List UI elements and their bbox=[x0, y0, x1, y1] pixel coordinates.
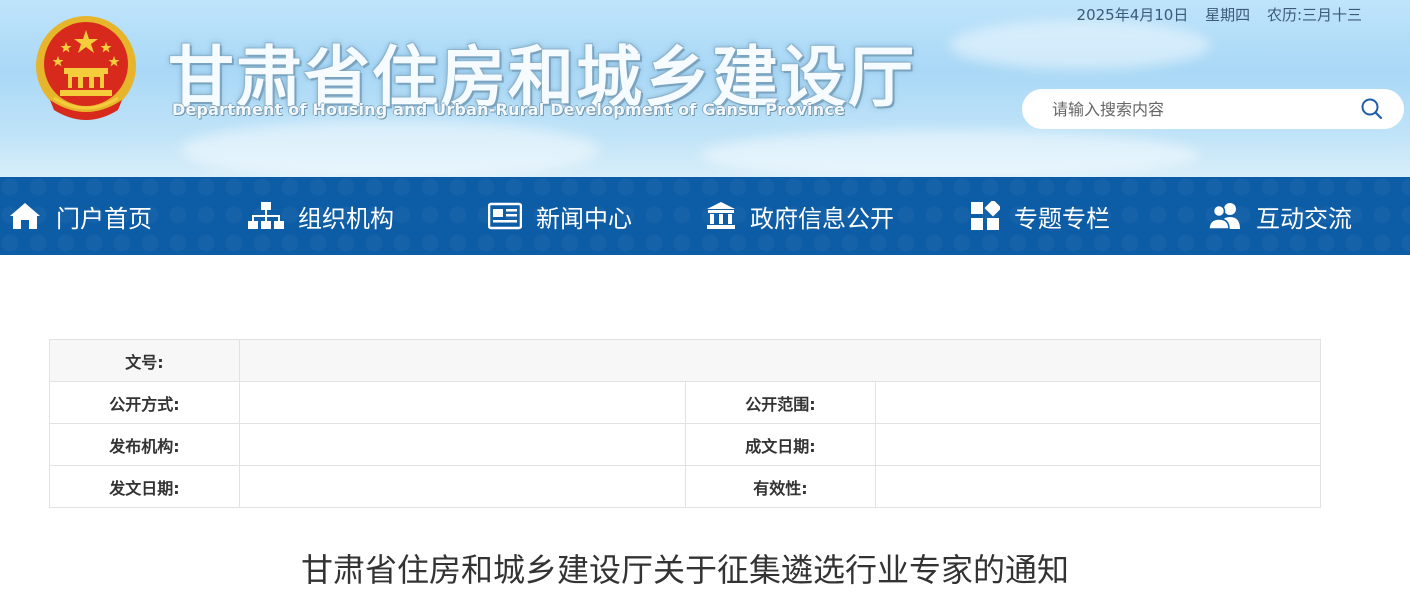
cloud-decoration bbox=[700, 130, 1200, 177]
nav-item-interaction[interactable]: 互动交流 bbox=[1208, 177, 1352, 255]
nav-item-home[interactable]: 门户首页 bbox=[8, 177, 152, 255]
doc-number-value bbox=[239, 339, 1321, 382]
users-icon bbox=[1208, 203, 1240, 230]
issuer-label: 发布机构: bbox=[49, 423, 240, 466]
org-chart-icon bbox=[248, 202, 284, 229]
search-box bbox=[1022, 89, 1404, 129]
written-date-value bbox=[875, 423, 1321, 466]
nav-item-organization[interactable]: 组织机构 bbox=[248, 177, 394, 255]
written-date-label: 成文日期: bbox=[685, 423, 876, 466]
cloud-decoration bbox=[180, 120, 600, 177]
disclosure-method-value bbox=[239, 381, 686, 424]
search-icon[interactable] bbox=[1360, 97, 1384, 121]
disclosure-scope-value bbox=[875, 381, 1321, 424]
nav-item-label: 门户首页 bbox=[56, 204, 152, 233]
search-input[interactable] bbox=[1052, 89, 1352, 129]
date-line: 2025年4月10日 星期四 农历:三月十三 bbox=[1065, 4, 1362, 25]
validity-value bbox=[875, 465, 1321, 508]
home-icon bbox=[10, 203, 40, 229]
nav-item-label: 新闻中心 bbox=[536, 204, 632, 233]
site-subtitle: Department of Housing and Urban-Rural De… bbox=[172, 100, 846, 119]
nav-item-special-topics[interactable]: 专题专栏 bbox=[970, 177, 1110, 255]
newspaper-icon bbox=[488, 202, 522, 230]
document-info-table: 文号: 公开方式: 公开范围: 发布机构: 成文日期: 发文日期: 有效性: bbox=[49, 339, 1321, 508]
disclosure-method-label: 公开方式: bbox=[49, 381, 240, 424]
table-row: 公开方式: 公开范围: bbox=[49, 381, 1321, 424]
table-row: 文号: bbox=[49, 339, 1321, 382]
issue-date-value bbox=[239, 465, 686, 508]
cloud-decoration bbox=[950, 20, 1210, 70]
lunar-date-text: 农历:三月十三 bbox=[1266, 6, 1362, 24]
main-nav: 门户首页 组织机构 新闻中心 政府信息公开 专题专栏 互动交流 bbox=[0, 177, 1410, 255]
grid-icon bbox=[971, 201, 1000, 230]
table-row: 发布机构: 成文日期: bbox=[49, 423, 1321, 466]
date-text: 2025年4月10日 bbox=[1076, 6, 1189, 24]
weekday-text: 星期四 bbox=[1205, 6, 1251, 24]
issue-date-label: 发文日期: bbox=[49, 465, 240, 508]
article-title: 甘肃省住房和城乡建设厅关于征集遴选行业专家的通知 bbox=[300, 551, 1069, 589]
nav-item-label: 专题专栏 bbox=[1014, 204, 1110, 233]
nav-item-label: 政府信息公开 bbox=[750, 204, 894, 233]
government-building-icon bbox=[707, 202, 735, 229]
nav-item-news[interactable]: 新闻中心 bbox=[488, 177, 632, 255]
nav-item-label: 互动交流 bbox=[1256, 204, 1352, 233]
disclosure-scope-label: 公开范围: bbox=[685, 381, 876, 424]
doc-number-label: 文号: bbox=[49, 339, 240, 382]
validity-label: 有效性: bbox=[685, 465, 876, 508]
table-row: 发文日期: 有效性: bbox=[49, 465, 1321, 508]
nav-item-gov-info[interactable]: 政府信息公开 bbox=[706, 177, 894, 255]
national-emblem-icon bbox=[36, 16, 136, 120]
nav-item-label: 组织机构 bbox=[298, 204, 394, 233]
site-header: 甘肃省住房和城乡建设厅 Department of Housing and Ur… bbox=[0, 0, 1410, 177]
issuer-value bbox=[239, 423, 686, 466]
